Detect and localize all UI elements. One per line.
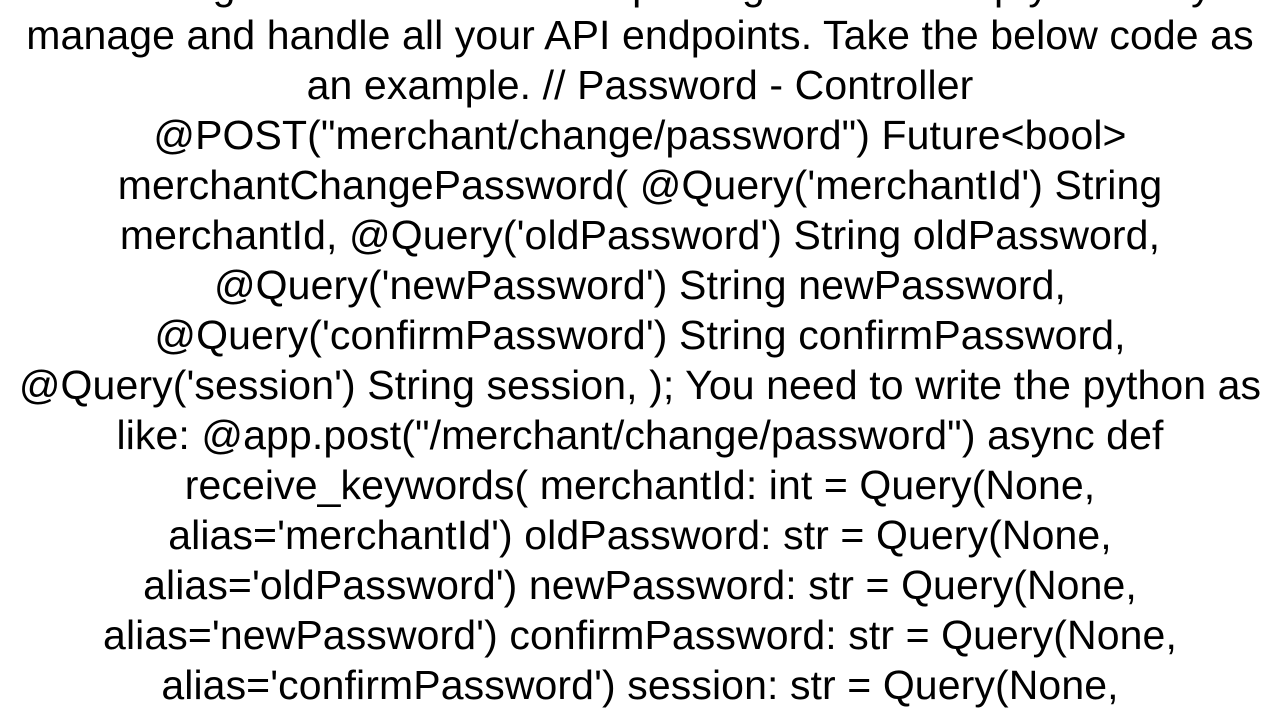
- page: API integration. And those two packages …: [0, 0, 1280, 720]
- document-body-text: API integration. And those two packages …: [12, 0, 1268, 710]
